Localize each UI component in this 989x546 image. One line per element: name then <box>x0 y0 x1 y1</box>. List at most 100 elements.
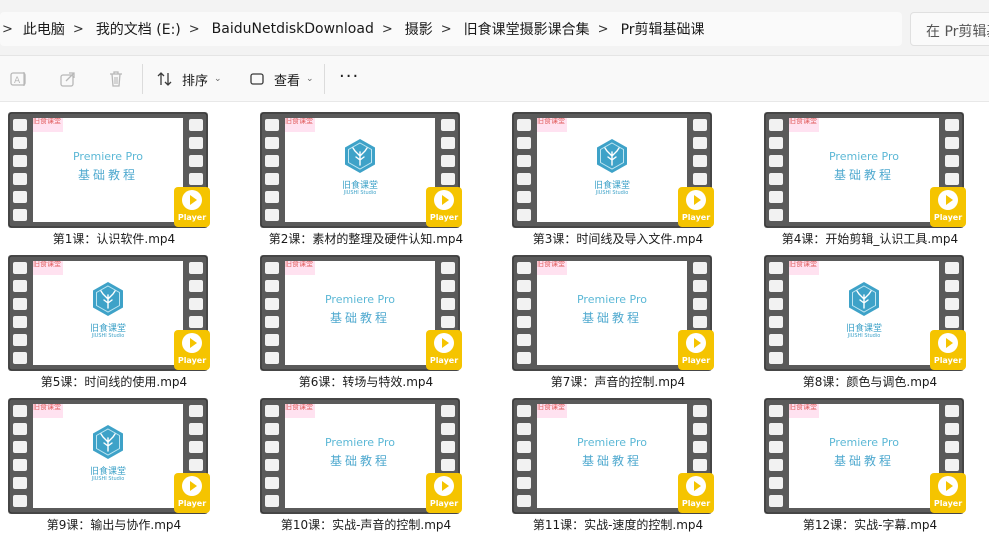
video-frame: 旧食课堂 Premiere Pro 基础教程 <box>285 404 435 508</box>
command-bar: A 排序 ⌄ 查看 ⌄ ··· <box>0 56 989 102</box>
view-label: 查看 <box>274 73 301 89</box>
thumbnail-watermark: 旧食课堂 <box>789 118 819 132</box>
thumbnail-title: Premiere Pro <box>828 150 900 163</box>
breadcrumb-item-baidunetdisk[interactable]: BaiduNetdiskDownload <box>212 21 374 37</box>
file-name[interactable]: 第8课：颜色与调色.mp4 <box>756 373 984 390</box>
file-name[interactable]: 第6课：转场与特效.mp4 <box>252 373 480 390</box>
file-item[interactable]: 旧食课堂 旧食课堂 JIUSHI Studio Player 第2课：素材的整理及硬件认… <box>252 108 504 251</box>
video-thumbnail[interactable]: 旧食课堂 旧食课堂 JIUSHI Studio Player <box>764 255 966 371</box>
view-icon <box>250 73 264 85</box>
file-name[interactable]: 第2课：素材的整理及硬件认知.mp4 <box>252 230 480 247</box>
file-name[interactable]: 第12课：实战-字幕.mp4 <box>756 516 984 533</box>
file-item[interactable]: 旧食课堂 Premiere Pro 基础教程 Player 第6课：转场与特效.mp4 <box>252 251 504 394</box>
breadcrumb-item-my-documents[interactable]: 我的文档 (E:) <box>96 19 181 39</box>
file-item[interactable]: 旧食课堂 旧食课堂 JIUSHI Studio Player 第9课：输出与协作.mp4 <box>0 394 252 537</box>
file-name[interactable]: 第7课：声音的控制.mp4 <box>504 373 732 390</box>
play-icon <box>182 333 202 353</box>
thumbnail-watermark: 旧食课堂 <box>33 118 63 132</box>
thumbnail-watermark: 旧食课堂 <box>537 118 567 132</box>
share-icon[interactable] <box>58 69 78 89</box>
search-input[interactable]: 在 Pr剪辑基 <box>910 12 989 46</box>
thumbnail-subtitle: 基础教程 <box>581 311 642 325</box>
chevron-right-icon[interactable]: > <box>2 22 13 37</box>
rename-icon[interactable]: A <box>9 69 29 89</box>
thumbnail-title: Premiere Pro <box>324 293 396 306</box>
file-name[interactable]: 第11课：实战-速度的控制.mp4 <box>504 516 732 533</box>
chevron-right-icon[interactable]: > <box>73 22 84 37</box>
more-options-button[interactable]: ··· <box>339 66 359 87</box>
file-item[interactable]: 旧食课堂 旧食课堂 JIUSHI Studio Player 第5课：时间线的使用.mp… <box>0 251 252 394</box>
file-item[interactable]: 旧食课堂 Premiere Pro 基础教程 Player 第7课：声音的控制.mp4 <box>504 251 756 394</box>
sort-icon <box>157 72 172 86</box>
file-name[interactable]: 第3课：时间线及导入文件.mp4 <box>504 230 732 247</box>
thumbnail-subtitle: 基础教程 <box>581 454 642 468</box>
video-thumbnail[interactable]: 旧食课堂 旧食课堂 JIUSHI Studio Player <box>512 112 714 228</box>
player-badge: Player <box>930 330 966 370</box>
breadcrumb-item-current-folder[interactable]: Pr剪辑基础课 <box>621 19 705 39</box>
delete-icon[interactable] <box>106 69 126 89</box>
file-item[interactable]: 旧食课堂 Premiere Pro 基础教程 Player 第10课：实战-声音的控制.… <box>252 394 504 537</box>
video-thumbnail[interactable]: 旧食课堂 Premiere Pro 基础教程 Player <box>260 255 462 371</box>
video-thumbnail[interactable]: 旧食课堂 旧食课堂 JIUSHI Studio Player <box>8 398 210 514</box>
file-name[interactable]: 第9课：输出与协作.mp4 <box>0 516 228 533</box>
player-badge-label: Player <box>429 213 459 222</box>
thumbnail-watermark: 旧食课堂 <box>285 261 315 275</box>
video-frame: 旧食课堂 Premiere Pro 基础教程 <box>789 404 939 508</box>
player-badge-label: Player <box>933 213 963 222</box>
file-name[interactable]: 第10课：实战-声音的控制.mp4 <box>252 516 480 533</box>
player-badge: Player <box>174 330 210 370</box>
file-name[interactable]: 第5课：时间线的使用.mp4 <box>0 373 228 390</box>
breadcrumb[interactable]: > 此电脑 > 我的文档 (E:) > BaiduNetdiskDownload… <box>0 12 902 46</box>
player-badge-label: Player <box>177 213 207 222</box>
chevron-down-icon: ⌄ <box>214 74 222 84</box>
play-icon <box>434 333 454 353</box>
thumbnail-logo-en: JIUSHI Studio <box>91 333 125 339</box>
player-badge-label: Player <box>681 499 711 508</box>
toolbar-divider <box>324 64 325 94</box>
file-item[interactable]: 旧食课堂 旧食课堂 JIUSHI Studio Player 第8课：颜色与调色.mp4 <box>756 251 989 394</box>
file-item[interactable]: 旧食课堂 旧食课堂 JIUSHI Studio Player 第3课：时间线及导入文件.… <box>504 108 756 251</box>
file-name[interactable]: 第1课：认识软件.mp4 <box>0 230 228 247</box>
breadcrumb-item-course-collection[interactable]: 旧食课堂摄影课合集 <box>464 19 590 39</box>
thumbnail-title: Premiere Pro <box>72 150 144 163</box>
video-thumbnail[interactable]: 旧食课堂 Premiere Pro 基础教程 Player <box>764 398 966 514</box>
thumbnail-subtitle: 基础教程 <box>833 454 894 468</box>
chevron-right-icon[interactable]: > <box>382 22 393 37</box>
video-frame: 旧食课堂 旧食课堂 JIUSHI Studio <box>33 261 183 365</box>
thumbnail-title: Premiere Pro <box>828 436 900 449</box>
toolbar-divider <box>142 64 143 94</box>
video-frame: 旧食课堂 Premiere Pro 基础教程 <box>537 404 687 508</box>
thumbnail-logo-en: JIUSHI Studio <box>595 190 629 196</box>
chevron-right-icon[interactable]: > <box>189 22 200 37</box>
player-badge: Player <box>678 330 714 370</box>
file-item[interactable]: 旧食课堂 Premiere Pro 基础教程 Player 第11课：实战-速度的控制.… <box>504 394 756 537</box>
chevron-right-icon[interactable]: > <box>441 22 452 37</box>
video-frame: 旧食课堂 Premiere Pro 基础教程 <box>789 118 939 222</box>
video-thumbnail[interactable]: 旧食课堂 Premiere Pro 基础教程 Player <box>8 112 210 228</box>
video-thumbnail[interactable]: 旧食课堂 Premiere Pro 基础教程 Player <box>764 112 966 228</box>
video-frame: 旧食课堂 旧食课堂 JIUSHI Studio <box>33 404 183 508</box>
view-button[interactable]: 查看 ⌄ <box>248 67 314 91</box>
play-icon <box>686 476 706 496</box>
player-badge-label: Player <box>933 499 963 508</box>
breadcrumb-item-this-pc[interactable]: 此电脑 <box>23 19 65 39</box>
video-thumbnail[interactable]: 旧食课堂 旧食课堂 JIUSHI Studio Player <box>8 255 210 371</box>
video-thumbnail[interactable]: 旧食课堂 Premiere Pro 基础教程 Player <box>260 398 462 514</box>
chevron-right-icon[interactable]: > <box>598 22 609 37</box>
player-badge: Player <box>426 473 462 513</box>
thumbnail-logo-en: JIUSHI Studio <box>847 333 881 339</box>
file-name[interactable]: 第4课：开始剪辑_认识工具.mp4 <box>756 230 984 247</box>
video-frame: 旧食课堂 旧食课堂 JIUSHI Studio <box>789 261 939 365</box>
video-frame: 旧食课堂 Premiere Pro 基础教程 <box>285 261 435 365</box>
thumbnail-watermark: 旧食课堂 <box>789 404 819 418</box>
file-item[interactable]: 旧食课堂 Premiere Pro 基础教程 Player 第1课：认识软件.mp4 <box>0 108 252 251</box>
studio-logo <box>849 282 879 316</box>
video-thumbnail[interactable]: 旧食课堂 Premiere Pro 基础教程 Player <box>512 255 714 371</box>
video-thumbnail[interactable]: 旧食课堂 Premiere Pro 基础教程 Player <box>512 398 714 514</box>
breadcrumb-item-photography[interactable]: 摄影 <box>405 19 433 39</box>
file-item[interactable]: 旧食课堂 Premiere Pro 基础教程 Player 第12课：实战-字幕.mp4 <box>756 394 989 537</box>
video-frame: 旧食课堂 Premiere Pro 基础教程 <box>537 261 687 365</box>
file-item[interactable]: 旧食课堂 Premiere Pro 基础教程 Player 第4课：开始剪辑_认识工具.… <box>756 108 989 251</box>
sort-button[interactable]: 排序 ⌄ <box>156 67 222 91</box>
video-thumbnail[interactable]: 旧食课堂 旧食课堂 JIUSHI Studio Player <box>260 112 462 228</box>
